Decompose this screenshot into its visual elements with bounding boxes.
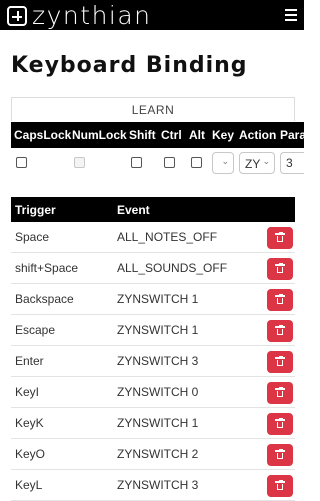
logo-text: zynthian xyxy=(32,1,152,30)
delete-button[interactable] xyxy=(267,382,293,404)
column-header-action: Action xyxy=(239,128,277,142)
delete-button[interactable] xyxy=(267,413,293,435)
table-row: shift+Space ALL_SOUNDS_OFF xyxy=(11,253,295,284)
column-header-shift: Shift xyxy=(129,128,156,142)
events-table-header: Trigger Event xyxy=(11,197,295,222)
table-row: KeyK ZYNSWITCH 1 xyxy=(11,408,295,439)
event-column-header: Event xyxy=(117,203,150,217)
numlock-checkbox[interactable] xyxy=(74,157,85,168)
delete-button[interactable] xyxy=(267,258,293,280)
ctrl-checkbox[interactable] xyxy=(164,157,175,168)
zynthian-logo[interactable]: zynthian xyxy=(7,1,152,30)
hamburger-icon[interactable] xyxy=(285,9,297,21)
learn-button[interactable]: LEARN xyxy=(11,97,295,121)
capslock-checkbox[interactable] xyxy=(16,157,27,168)
event-cell: ALL_NOTES_OFF xyxy=(117,230,218,244)
trigger-cell: Backspace xyxy=(15,292,74,306)
navbar: zynthian xyxy=(0,0,304,30)
chevron-down-icon: ⌄ xyxy=(221,156,229,166)
trigger-cell: Escape xyxy=(15,323,56,337)
event-cell: ZYNSWITCH 1 xyxy=(117,292,199,306)
trash-icon xyxy=(275,325,285,335)
column-header-ctrl: Ctrl xyxy=(161,128,182,142)
event-cell: ZYNSWITCH 0 xyxy=(117,385,199,399)
column-header-alt: Alt xyxy=(189,128,205,142)
table-row: Escape ZYNSWITCH 1 xyxy=(11,315,295,346)
event-cell: ZYNSWITCH 2 xyxy=(117,447,199,461)
trigger-cell: KeyL xyxy=(15,478,43,492)
page-title: Keyboard Binding xyxy=(11,53,248,78)
delete-button[interactable] xyxy=(267,289,293,311)
trash-icon xyxy=(275,480,285,490)
trash-icon xyxy=(275,356,285,366)
trigger-cell: KeyO xyxy=(15,447,46,461)
trash-icon xyxy=(275,418,285,428)
binding-form-row: ⌄ ZY ⌄ 3 xyxy=(11,148,304,182)
trash-icon xyxy=(275,294,285,304)
logo-mark-icon xyxy=(7,5,27,26)
trash-icon xyxy=(275,449,285,459)
delete-button[interactable] xyxy=(267,320,293,342)
alt-checkbox[interactable] xyxy=(191,157,202,168)
shift-checkbox[interactable] xyxy=(131,157,142,168)
key-select[interactable]: ⌄ xyxy=(212,152,234,174)
trigger-cell: Enter xyxy=(15,354,44,368)
trash-icon xyxy=(275,263,285,273)
event-cell: ZYNSWITCH 1 xyxy=(117,323,199,337)
param-input[interactable]: 3 xyxy=(280,152,304,174)
column-header-capslock: CapsLock xyxy=(14,128,72,142)
trigger-cell: shift+Space xyxy=(15,261,79,275)
column-header-numlock: NumLock xyxy=(72,128,127,142)
column-header-param: Para xyxy=(280,128,304,142)
binding-form-header: CapsLock NumLock Shift Ctrl Alt Key Acti… xyxy=(11,122,304,148)
trigger-cell: Space xyxy=(15,230,50,244)
event-cell: ALL_SOUNDS_OFF xyxy=(117,261,228,275)
action-select[interactable]: ZY ⌄ xyxy=(239,152,275,174)
table-row: KeyL ZYNSWITCH 3 xyxy=(11,470,295,501)
action-select-value: ZY xyxy=(245,157,261,171)
event-cell: ZYNSWITCH 1 xyxy=(117,416,199,430)
trigger-cell: KeyI xyxy=(15,385,40,399)
chevron-down-icon: ⌄ xyxy=(262,156,270,166)
table-row: KeyI ZYNSWITCH 0 xyxy=(11,377,295,408)
event-cell: ZYNSWITCH 3 xyxy=(117,354,199,368)
trash-icon xyxy=(275,232,285,242)
table-row: Enter ZYNSWITCH 3 xyxy=(11,346,295,377)
table-row: Space ALL_NOTES_OFF xyxy=(11,222,295,253)
trash-icon xyxy=(275,387,285,397)
column-header-key: Key xyxy=(212,128,235,142)
table-row: KeyO ZYNSWITCH 2 xyxy=(11,439,295,470)
delete-button[interactable] xyxy=(267,227,293,249)
trigger-cell: KeyK xyxy=(15,416,44,430)
delete-button[interactable] xyxy=(267,351,293,373)
delete-button[interactable] xyxy=(267,444,293,466)
table-row: Backspace ZYNSWITCH 1 xyxy=(11,284,295,315)
event-cell: ZYNSWITCH 3 xyxy=(117,478,199,492)
delete-button[interactable] xyxy=(267,475,293,497)
trigger-column-header: Trigger xyxy=(15,203,56,217)
